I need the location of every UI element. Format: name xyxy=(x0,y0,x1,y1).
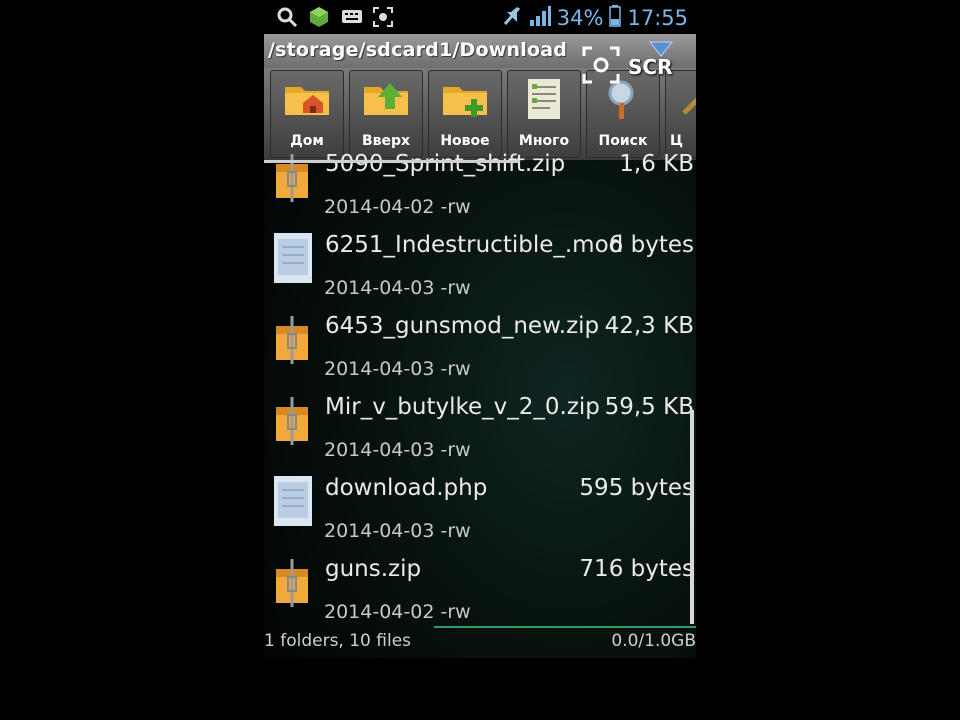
keyboard-icon xyxy=(340,6,364,32)
file-date: 2014-04-03 -rw xyxy=(324,277,471,299)
multi-label: Много xyxy=(518,133,570,149)
archive-icon xyxy=(272,314,316,366)
multi-select-icon xyxy=(520,79,570,123)
toolbar-divider xyxy=(264,160,520,163)
up-label: Вверх xyxy=(361,133,411,149)
file-name: 5090_Sprint_shift.zip xyxy=(325,151,566,177)
scr-label: SCR xyxy=(628,55,673,79)
file-name: Mir_v_butylke_v_2_0.zip xyxy=(325,394,600,420)
android-icon xyxy=(308,6,330,32)
battery-percent: 34% xyxy=(556,6,604,30)
list-item[interactable]: download.php 595 bytes 2014-04-03 -rw xyxy=(264,474,696,554)
capture-icon[interactable] xyxy=(582,46,620,88)
file-size: 595 bytes xyxy=(579,475,694,501)
phone-screen: 34% 17:55 /storage/sdcard1/Download Дом … xyxy=(264,0,696,658)
list-item[interactable]: 6453_gunsmod_new.zip 42,3 KB 2014-04-03 … xyxy=(264,312,696,392)
file-name: 6453_gunsmod_new.zip xyxy=(325,313,600,339)
multi-button[interactable]: Много xyxy=(507,70,581,158)
file-name: 6251_Indestructible_.mod xyxy=(325,232,624,258)
file-size: 716 bytes xyxy=(579,556,694,582)
up-folder-icon xyxy=(362,79,412,123)
new-folder-icon xyxy=(441,79,491,123)
new-label: Новое xyxy=(440,133,490,149)
screenshot-icon xyxy=(372,6,394,32)
search-label: Поиск xyxy=(598,133,648,149)
search-icon xyxy=(276,6,298,32)
mute-icon xyxy=(501,4,523,33)
home-folder-icon xyxy=(283,79,333,123)
file-date: 2014-04-03 -rw xyxy=(324,358,471,380)
new-button[interactable]: Новое xyxy=(428,70,502,158)
status-right: 34% 17:55 xyxy=(501,3,688,33)
clock: 17:55 xyxy=(627,6,688,30)
file-date: 2014-04-02 -rw xyxy=(324,601,471,623)
file-size: 42,3 KB xyxy=(604,313,694,339)
tools-icon xyxy=(678,79,696,123)
file-name: guns.zip xyxy=(325,556,422,582)
current-path: /storage/sdcard1/Download xyxy=(268,39,568,61)
storage-usage: 0.0/1.0GB xyxy=(611,631,696,651)
list-item[interactable]: 6251_Indestructible_.mod 6 bytes 2014-04… xyxy=(264,231,696,311)
list-item[interactable]: Mir_v_butylke_v_2_0.zip 59,5 KB 2014-04-… xyxy=(264,393,696,473)
file-date: 2014-04-03 -rw xyxy=(324,439,471,461)
archive-icon xyxy=(272,395,316,447)
file-date: 2014-04-03 -rw xyxy=(324,520,471,542)
file-size: 1,6 KB xyxy=(619,151,694,177)
tools-label: Ц xyxy=(670,133,683,149)
status-bar: 34% 17:55 xyxy=(264,0,696,34)
home-button[interactable]: Дом xyxy=(270,70,344,158)
file-date: 2014-04-02 -rw xyxy=(324,196,471,218)
file-count: 1 folders, 10 files xyxy=(264,631,412,651)
file-size: 6 bytes xyxy=(608,232,694,258)
document-icon xyxy=(272,233,316,285)
document-icon xyxy=(272,476,316,528)
home-label: Дом xyxy=(290,133,324,149)
list-item[interactable]: guns.zip 716 bytes 2014-04-02 -rw xyxy=(264,555,696,635)
screenshot-overlay[interactable]: SCR xyxy=(582,46,672,88)
file-size: 59,5 KB xyxy=(604,394,694,420)
up-button[interactable]: Вверх xyxy=(349,70,423,158)
scrollbar[interactable] xyxy=(690,410,694,624)
battery-icon xyxy=(609,4,622,32)
footer: 1 folders, 10 files 0.0/1.0GB xyxy=(264,628,696,658)
file-name: download.php xyxy=(325,475,488,501)
signal-icon xyxy=(529,5,551,32)
archive-icon xyxy=(272,557,316,609)
